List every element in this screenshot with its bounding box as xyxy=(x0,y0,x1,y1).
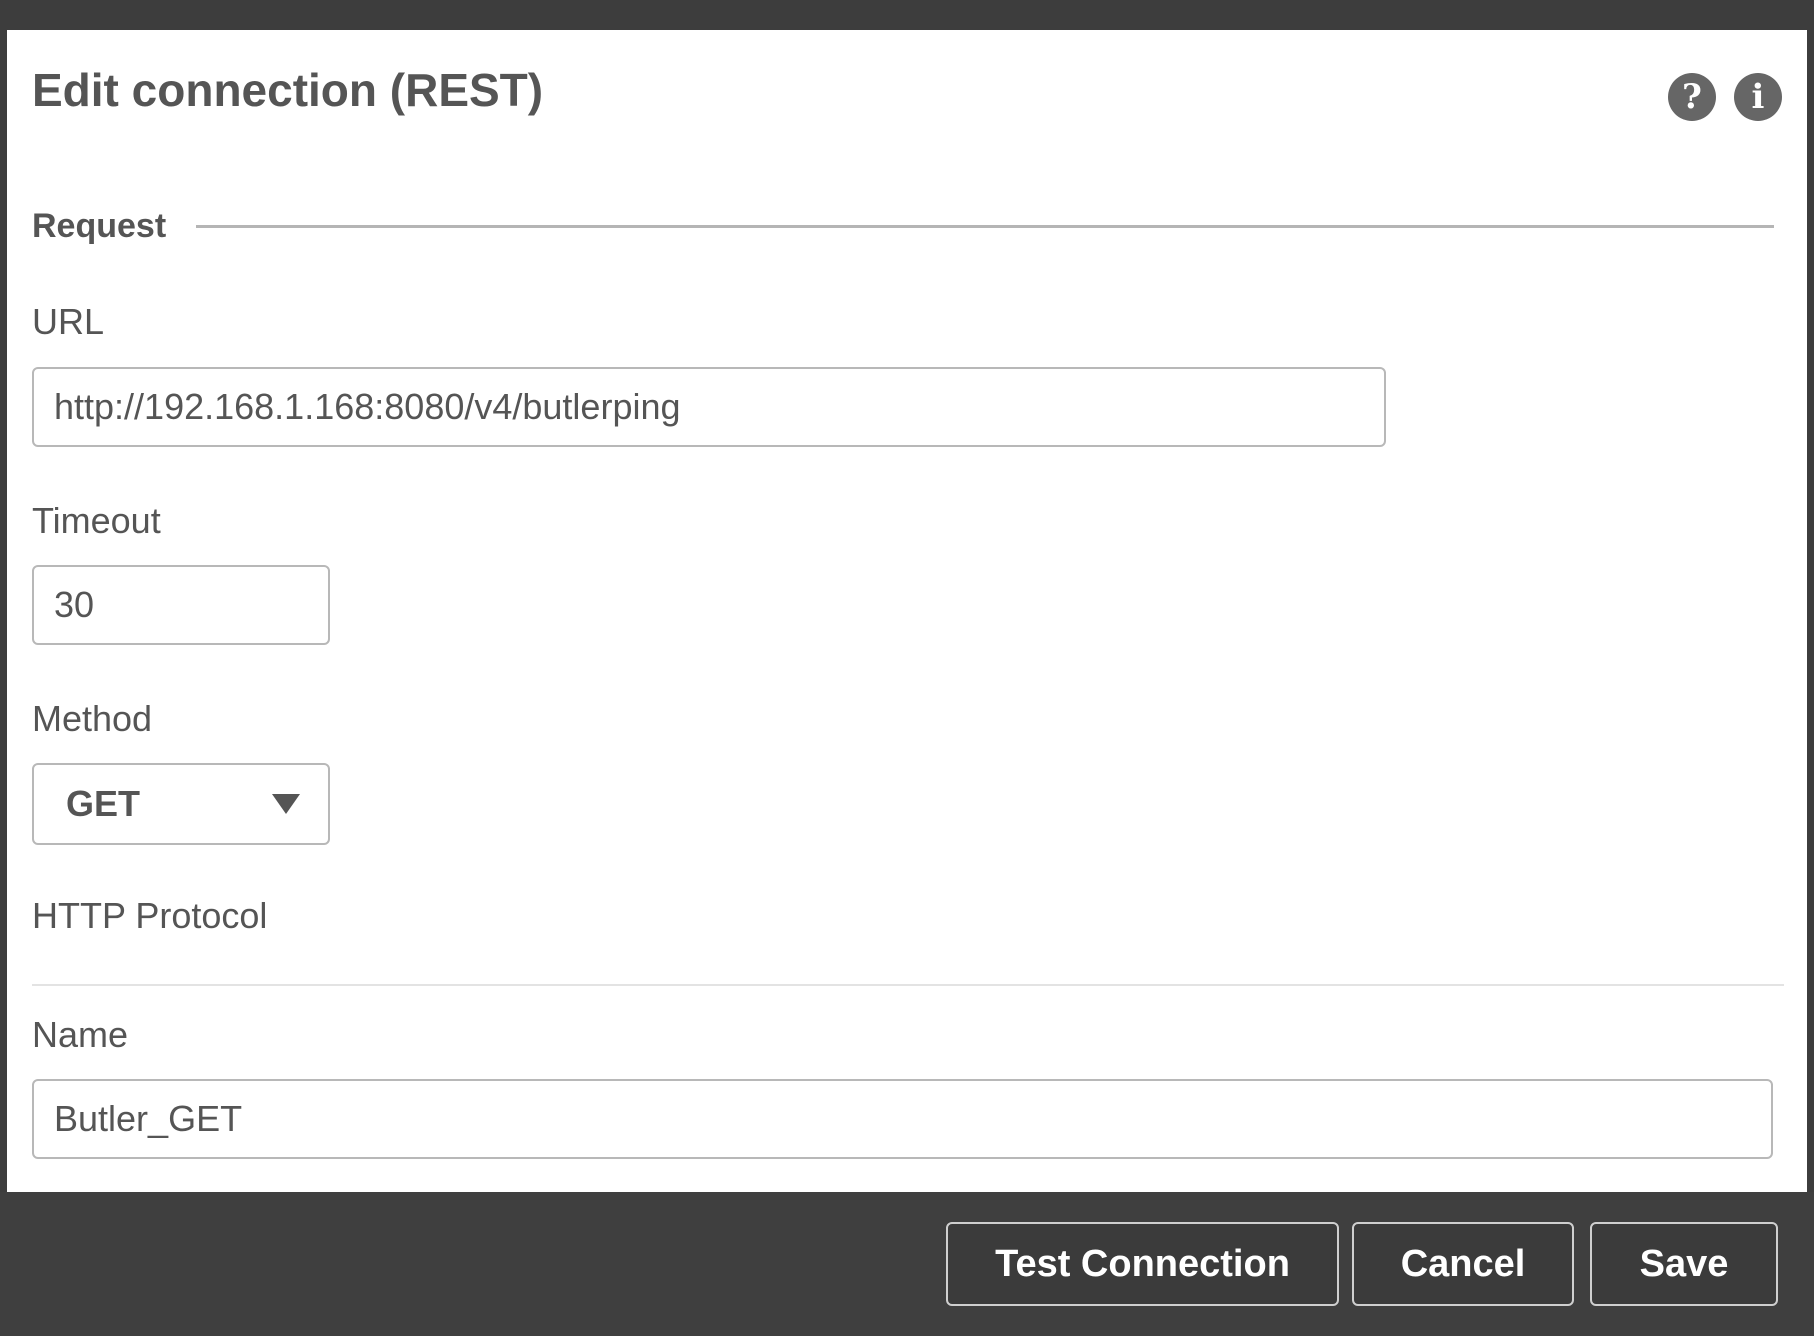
http-protocol-label: HTTP Protocol xyxy=(32,895,268,936)
url-input[interactable] xyxy=(32,367,1386,447)
timeout-input[interactable] xyxy=(32,565,330,645)
save-button[interactable]: Save xyxy=(1590,1222,1778,1306)
name-label: Name xyxy=(32,1014,129,1055)
header-icons: ? i xyxy=(1668,73,1782,121)
method-select[interactable]: GET xyxy=(32,763,330,845)
request-section-header: Request xyxy=(32,207,1774,246)
test-connection-button[interactable]: Test Connection xyxy=(946,1222,1339,1306)
section-divider-line xyxy=(196,225,1774,228)
chevron-down-icon xyxy=(272,794,300,814)
form-divider xyxy=(32,984,1784,986)
url-label: URL xyxy=(32,301,105,342)
timeout-label: Timeout xyxy=(32,500,161,541)
section-title: Request xyxy=(32,207,167,245)
cancel-button[interactable]: Cancel xyxy=(1352,1222,1574,1306)
method-label: Method xyxy=(32,698,153,739)
help-icon[interactable]: ? xyxy=(1668,73,1716,121)
info-icon[interactable]: i xyxy=(1734,73,1782,121)
name-input[interactable] xyxy=(32,1079,1773,1159)
window-top-bar xyxy=(0,0,1814,30)
dialog-title: Edit connection (REST) xyxy=(32,64,544,116)
method-selected-value: GET xyxy=(66,783,141,824)
